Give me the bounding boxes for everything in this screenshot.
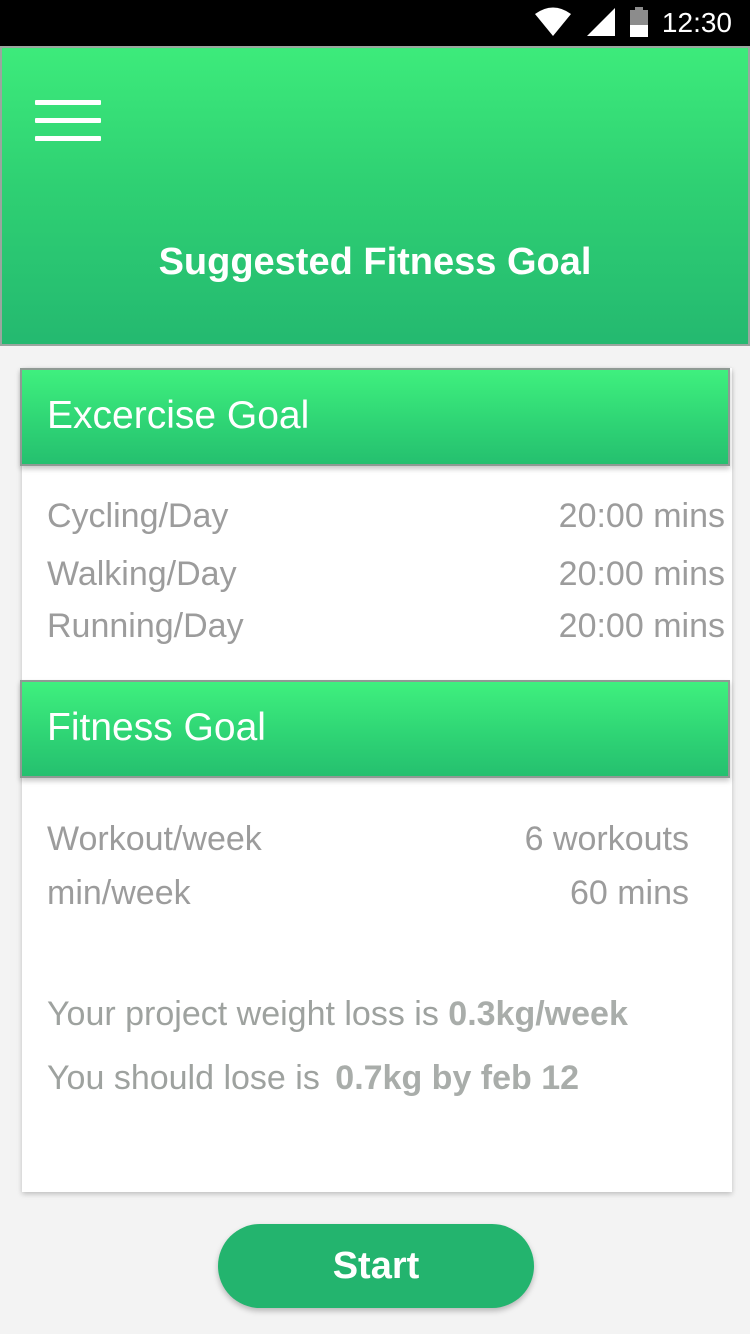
status-time: 12:30: [661, 7, 732, 38]
start-button[interactable]: Start: [218, 1224, 534, 1308]
exercise-goal-header: Excercise Goal: [20, 368, 730, 466]
exercise-row-value: 20:00 mins: [558, 555, 725, 593]
exercise-row-running: Running/Day 20:00 mins: [47, 606, 725, 646]
status-icons: [534, 7, 648, 37]
status-bar: 12:30: [0, 0, 750, 46]
lose-value: 0.7kg by feb 12: [335, 1059, 580, 1097]
weight-loss-summary: Your project weight loss is 0.3kg/week: [47, 994, 628, 1034]
fitness-row-workouts: Workout/week 6 workouts: [47, 819, 689, 859]
fitness-goal-title: Fitness Goal: [47, 706, 266, 749]
fitness-goal-header: Fitness Goal: [20, 680, 730, 778]
exercise-row-walking: Walking/Day 20:00 mins: [47, 554, 725, 594]
weight-loss-value: 0.3kg/week: [448, 995, 628, 1033]
page-title: Suggested Fitness Goal: [158, 241, 592, 283]
exercise-row-label: Cycling/Day: [47, 497, 229, 535]
exercise-row-label: Walking/Day: [47, 555, 237, 593]
fitness-row-label: min/week: [47, 874, 191, 912]
exercise-row-value: 20:00 mins: [558, 497, 725, 535]
wifi-icon: [535, 7, 571, 36]
battery-icon: [630, 7, 648, 37]
fitness-row-minutes: min/week 60 mins: [47, 873, 689, 913]
exercise-row-label: Running/Day: [47, 607, 244, 645]
exercise-row-value: 20:00 mins: [558, 607, 725, 645]
goal-card: Excercise Goal Cycling/Day 20:00 mins Wa…: [20, 368, 732, 1192]
fitness-row-value: 6 workouts: [524, 820, 689, 858]
weight-loss-text: Your project weight loss is: [47, 995, 439, 1033]
lose-summary: You should lose is 0.7kg by feb 12: [47, 1058, 579, 1098]
fitness-row-label: Workout/week: [47, 820, 262, 858]
fitness-row-value: 60 mins: [569, 874, 689, 912]
cell-signal-icon: [587, 8, 615, 36]
exercise-row-cycling: Cycling/Day 20:00 mins: [47, 496, 725, 536]
hamburger-menu-icon[interactable]: [33, 100, 103, 144]
exercise-goal-title: Excercise Goal: [47, 394, 310, 437]
lose-text: You should lose is: [47, 1059, 320, 1097]
app-header: Suggested Fitness Goal: [0, 46, 750, 346]
